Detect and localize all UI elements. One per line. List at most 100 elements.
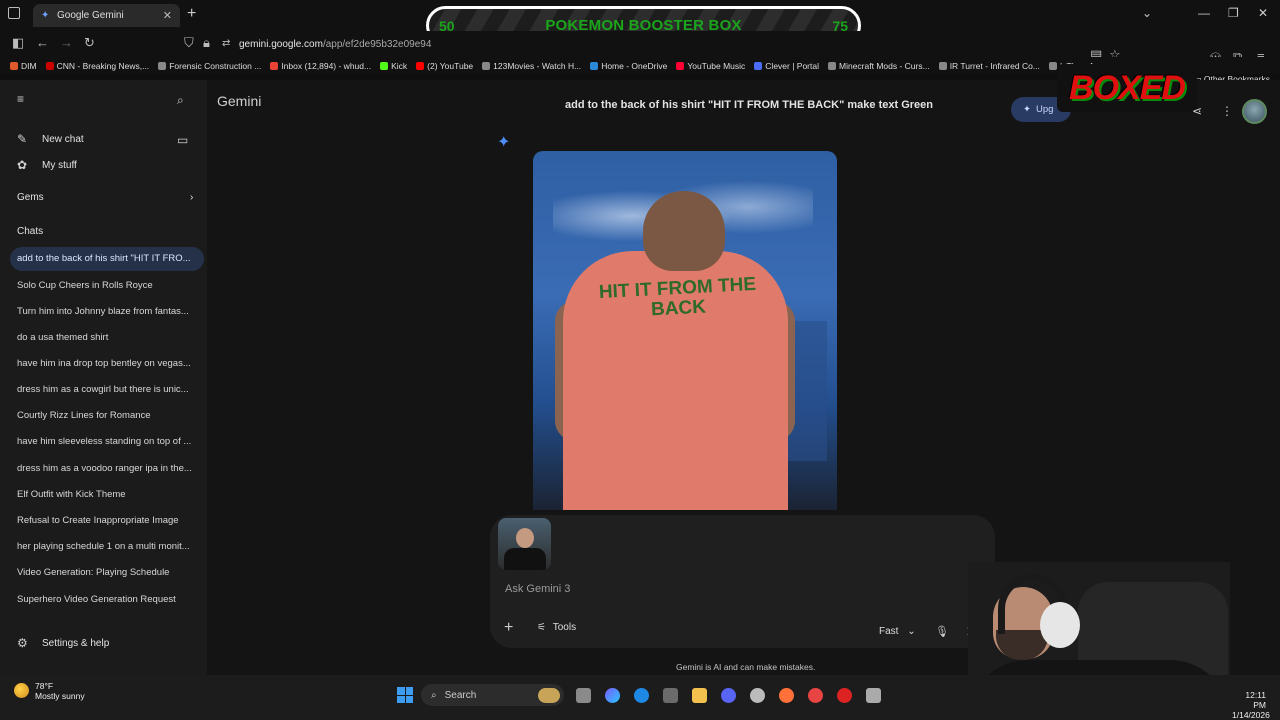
bookmark-item[interactable]: Home - OneDrive xyxy=(590,61,667,71)
windows-start-icon[interactable] xyxy=(397,687,413,703)
taskbar-clock[interactable]: 12:11 PM 1/14/2026 xyxy=(1232,690,1270,720)
bookmark-favicon-icon xyxy=(590,61,599,70)
chat-item[interactable]: Solo Cup Cheers in Rolls Royce xyxy=(17,280,199,291)
chat-item[interactable]: Video Generation: Playing Schedule xyxy=(17,567,199,578)
search-icon: ⌕ xyxy=(431,689,437,701)
steam-icon[interactable] xyxy=(750,688,765,703)
bookmark-label: YouTube Music xyxy=(687,60,746,71)
snipping-tool-icon[interactable] xyxy=(866,688,881,703)
app-notification-icon[interactable] xyxy=(808,688,823,703)
generated-image[interactable]: HIT IT FROM THE BACK xyxy=(533,151,837,510)
chat-item-active[interactable]: add to the back of his shirt "HIT IT FRO… xyxy=(10,247,204,271)
tab-search-chevron-icon[interactable]: ⌄ xyxy=(1142,6,1152,20)
share-icon[interactable]: ⋖ xyxy=(1192,104,1202,118)
bookmark-label: DIM xyxy=(21,60,37,71)
forward-icon[interactable]: → xyxy=(60,35,73,50)
gemini-brand[interactable]: Gemini xyxy=(217,93,261,109)
bookmark-label: Minecraft Mods - Curs... xyxy=(839,60,930,71)
tab-close-icon[interactable]: ✕ xyxy=(163,9,172,22)
chat-item[interactable]: dress him as a cowgirl but there is unic… xyxy=(17,384,199,395)
chat-item[interactable]: Refusal to Create Inappropriate Image xyxy=(17,515,199,526)
firefox-icon[interactable] xyxy=(779,688,794,703)
temporary-chat-icon[interactable]: ▭ xyxy=(177,133,197,147)
reload-icon[interactable]: ↻ xyxy=(84,35,95,51)
chat-item[interactable]: have him sleeveless standing on top of .… xyxy=(17,436,199,447)
search-icon[interactable]: ⌕ xyxy=(177,93,197,108)
browser-tab[interactable]: ✦ Google Gemini ✕ xyxy=(33,4,180,27)
chat-item[interactable]: Courtly Rizz Lines for Romance xyxy=(17,410,199,421)
chat-item[interactable]: Elf Outfit with Kick Theme xyxy=(17,489,199,500)
file-explorer-icon[interactable] xyxy=(692,688,707,703)
bookmark-favicon-icon xyxy=(938,61,947,70)
store-icon[interactable] xyxy=(663,688,678,703)
tools-button[interactable]: ⚟ Tools xyxy=(537,622,576,633)
discord-icon[interactable] xyxy=(721,688,736,703)
main-menu-icon[interactable]: ≡ xyxy=(17,92,37,106)
bookmark-item[interactable]: Kick xyxy=(380,61,407,71)
bookmark-item[interactable]: YouTube Music xyxy=(676,61,745,71)
sun-icon[interactable] xyxy=(14,683,29,698)
bookmark-label: IR Turret - Infrared Co... xyxy=(949,60,1040,71)
gems-chevron-icon[interactable]: › xyxy=(190,192,193,203)
bookmark-favicon-icon xyxy=(828,61,836,70)
headphone-cup xyxy=(1040,602,1080,648)
stuff-icon: ✿ xyxy=(17,158,28,172)
search-highlight-icon[interactable] xyxy=(538,688,560,703)
bookmark-item[interactable]: Inbox (12,894) - whud... xyxy=(270,61,371,71)
chat-item[interactable]: dress him as a voodoo ranger ipa in the.… xyxy=(17,463,199,474)
bookmark-favicon-icon xyxy=(416,61,425,70)
new-tab-icon[interactable]: + xyxy=(187,5,196,23)
bookmark-item[interactable]: CNN - Breaking News,... xyxy=(45,61,149,71)
tab-list-icon[interactable] xyxy=(8,7,20,19)
clock-date: 1/14/2026 xyxy=(1232,710,1270,720)
bookmark-item[interactable]: Forensic Construction ... xyxy=(158,61,261,71)
back-icon[interactable]: ← xyxy=(36,35,49,50)
attached-image-thumbnail[interactable] xyxy=(498,518,551,570)
url-field[interactable]: gemini.google.com/app/ef2de95b32e09e94 xyxy=(239,39,431,50)
bookmark-label: Home - OneDrive xyxy=(601,60,668,71)
bookmark-favicon-icon xyxy=(754,61,763,70)
weather-temp[interactable]: 78°F xyxy=(35,681,53,691)
bookmark-item[interactable]: DIM xyxy=(10,61,37,71)
model-mode-select[interactable]: Fast ⌄ xyxy=(879,626,916,637)
bookmark-label: Inbox (12,894) - whud... xyxy=(281,60,372,71)
add-attachment-icon[interactable]: + xyxy=(504,619,513,637)
chat-item[interactable]: her playing schedule 1 on a multi monit.… xyxy=(17,541,199,552)
bookmark-item[interactable]: Clever | Portal xyxy=(754,61,819,71)
chat-item[interactable]: Turn him into Johnny blaze from fantas..… xyxy=(17,306,199,317)
sidebar-toggle-icon[interactable]: ◧ xyxy=(12,35,24,51)
minimize-icon[interactable]: — xyxy=(1198,6,1210,20)
bookmark-item[interactable]: IR Turret - Infrared Co... xyxy=(938,60,1040,71)
bookmark-label: 123Movies - Watch H... xyxy=(493,60,582,71)
bookmark-favicon-icon xyxy=(676,61,685,70)
microphone-icon[interactable]: 🎙︎ xyxy=(935,625,949,638)
bookmark-item[interactable]: 123Movies - Watch H... xyxy=(482,61,581,71)
more-options-icon[interactable]: ⋮ xyxy=(1221,104,1233,118)
bookmark-label: Kick xyxy=(391,60,408,71)
bookmark-item[interactable]: Minecraft Mods - Curs... xyxy=(828,61,930,71)
chat-item[interactable]: Superhero Video Generation Request xyxy=(17,594,199,605)
bookmark-favicon-icon xyxy=(270,61,279,70)
copilot-icon[interactable] xyxy=(605,688,620,703)
restore-icon[interactable]: ❐ xyxy=(1228,6,1239,20)
account-avatar[interactable] xyxy=(1242,99,1267,124)
task-view-icon[interactable] xyxy=(576,688,591,703)
weather-desc[interactable]: Mostly sunny xyxy=(35,691,85,701)
my-stuff-button[interactable]: ✿ My stuff xyxy=(17,158,77,172)
gems-section[interactable]: Gems xyxy=(17,192,44,203)
settings-help-button[interactable]: ⚙ Settings & help xyxy=(17,636,109,650)
window-close-icon[interactable]: ✕ xyxy=(1258,6,1268,20)
chat-item[interactable]: do a usa themed shirt xyxy=(17,332,199,343)
edge-icon[interactable] xyxy=(634,688,649,703)
new-chat-button[interactable]: ✎ New chat xyxy=(17,132,84,146)
bookmark-item[interactable]: (2) YouTube xyxy=(416,61,473,71)
shield-icon[interactable]: ⛉ xyxy=(184,35,194,51)
media-player-icon[interactable] xyxy=(837,688,852,703)
lock-icon[interactable]: 🔒︎ xyxy=(203,35,210,51)
site-settings-icon[interactable]: ⇄ xyxy=(222,38,230,49)
chat-item[interactable]: have him ina drop top bentley on vegas..… xyxy=(17,358,199,369)
head xyxy=(643,191,725,271)
gemini-sparkle-icon: ✦ xyxy=(497,134,511,151)
edit-icon: ✎ xyxy=(17,132,28,146)
prompt-input[interactable]: Ask Gemini 3 xyxy=(505,583,570,595)
